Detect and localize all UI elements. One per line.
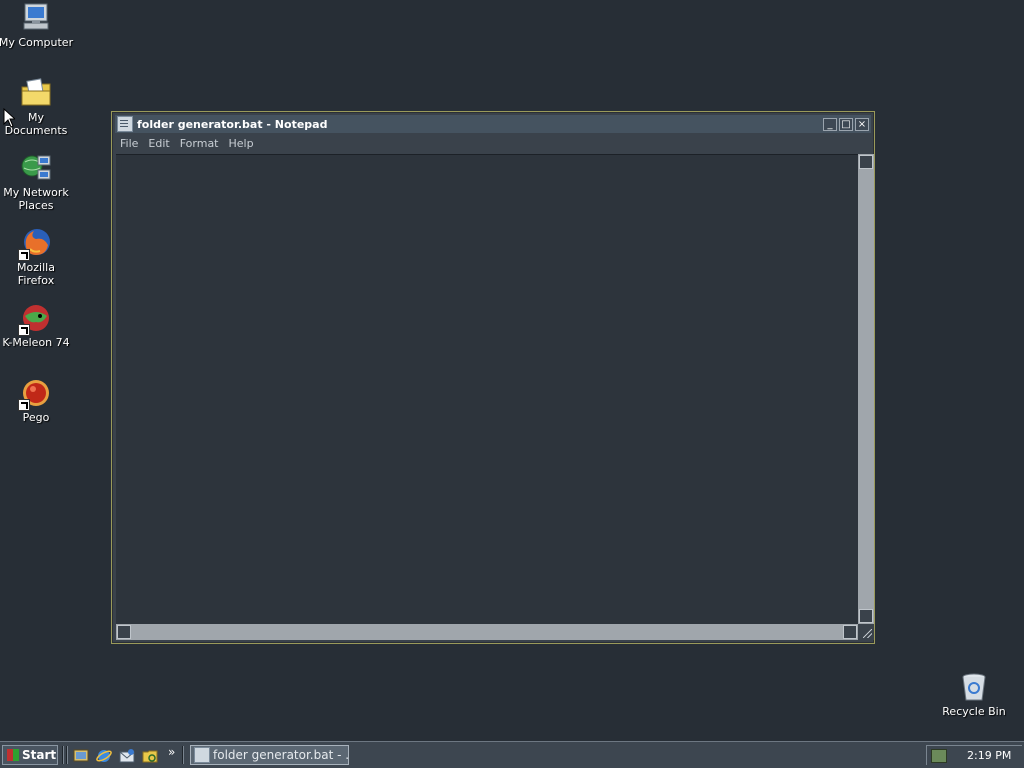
shortcut-arrow-icon [18, 324, 30, 336]
desktop-icon-label: Pego [22, 411, 50, 424]
minimize-button[interactable]: _ [823, 117, 837, 131]
outlook-express-icon[interactable] [119, 748, 135, 764]
menu-file[interactable]: File [120, 137, 138, 150]
start-button[interactable]: Start [2, 745, 58, 765]
scroll-down-button[interactable] [859, 609, 873, 623]
resize-grip[interactable] [858, 624, 874, 640]
desktop-icon-my-documents[interactable]: My Documents [0, 77, 74, 137]
menu-bar: File Edit Format Help [115, 134, 871, 152]
desktop-icon-recycle-bin[interactable]: Recycle Bin [936, 671, 1012, 718]
shortcut-arrow-icon [18, 399, 30, 411]
clock[interactable]: 2:19 PM [967, 749, 1011, 762]
quick-launch-chevron[interactable]: » [168, 745, 175, 759]
taskbar-button-label: folder generator.bat - ... [213, 748, 349, 762]
close-button[interactable]: × [855, 117, 869, 131]
notepad-icon [194, 747, 210, 763]
desktop-icon-label: Recycle Bin [942, 705, 1006, 718]
desktop-icon-k-meleon[interactable]: K-Meleon 74 [0, 302, 74, 349]
tray-network-icon[interactable] [931, 748, 947, 763]
start-label: Start [22, 748, 57, 762]
folder-documents-icon [20, 77, 52, 109]
taskbar: Start » folder generator.bat - ... 2:19 … [0, 741, 1024, 768]
scroll-left-button[interactable] [117, 625, 131, 639]
taskbar-separator [182, 746, 184, 764]
menu-edit[interactable]: Edit [148, 137, 169, 150]
windows-logo-icon [7, 749, 19, 761]
pego-icon [18, 377, 52, 411]
recycle-bin-icon [958, 671, 990, 703]
maximize-button[interactable]: □ [839, 117, 853, 131]
network-places-icon [20, 152, 52, 184]
explorer-folder-icon[interactable] [142, 748, 158, 764]
mouse-cursor-icon [3, 108, 15, 128]
scroll-up-button[interactable] [859, 155, 873, 169]
desktop-icon-label: My Computer [0, 36, 74, 49]
shortcut-arrow-icon [18, 249, 30, 261]
internet-explorer-icon[interactable] [96, 748, 112, 764]
vertical-scrollbar[interactable] [858, 154, 874, 624]
text-edit-area[interactable] [116, 154, 858, 625]
k-meleon-icon [18, 302, 52, 336]
notepad-window[interactable]: folder generator.bat - Notepad _ □ × Fil… [111, 111, 875, 644]
horizontal-scrollbar[interactable] [116, 624, 858, 640]
firefox-icon [18, 227, 52, 261]
my-computer-icon [20, 2, 52, 34]
taskbar-separator [66, 746, 68, 764]
show-desktop-icon[interactable] [73, 748, 89, 764]
desktop-icon-label: My Network Places [3, 186, 69, 212]
taskbar-separator [62, 746, 64, 764]
desktop-icon-my-computer[interactable]: My Computer [0, 2, 74, 49]
title-bar[interactable]: folder generator.bat - Notepad _ □ × [115, 115, 871, 133]
desktop-icon-label: K-Meleon 74 [2, 336, 70, 349]
window-title: folder generator.bat - Notepad [137, 117, 328, 131]
scroll-right-button[interactable] [843, 625, 857, 639]
desktop-icon-mozilla-firefox[interactable]: Mozilla Firefox [0, 227, 74, 287]
system-tray: 2:19 PM [926, 745, 1022, 765]
taskbar-button-notepad[interactable]: folder generator.bat - ... [190, 745, 349, 765]
menu-format[interactable]: Format [180, 137, 219, 150]
desktop-icon-pego[interactable]: Pego [0, 377, 74, 424]
notepad-icon [117, 116, 133, 132]
desktop-icon-my-network-places[interactable]: My Network Places [0, 152, 74, 212]
desktop-icon-label: Mozilla Firefox [17, 261, 55, 287]
menu-help[interactable]: Help [229, 137, 254, 150]
